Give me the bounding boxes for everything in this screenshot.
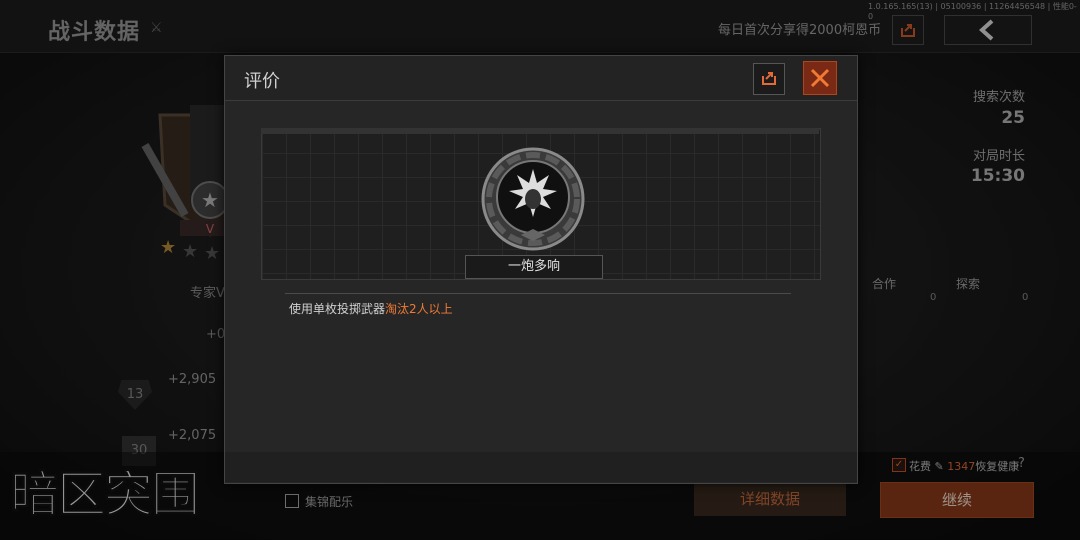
dialog-footer: [225, 452, 857, 482]
dialog-share-button[interactable]: [753, 63, 785, 95]
medal-name: 一炮多响: [465, 255, 603, 279]
dialog-close-button[interactable]: [803, 61, 837, 95]
panel-strip: [261, 128, 819, 134]
share-icon: [762, 72, 776, 85]
evaluation-dialog: 评价 一炮多响 使用单枚投掷武器淘汰2人以上: [224, 55, 858, 484]
desc-highlight: 淘汰2人以上: [385, 302, 453, 316]
grenade-medal-icon: [481, 147, 585, 251]
medal-description: 使用单枚投掷武器淘汰2人以上: [289, 300, 453, 317]
dialog-title: 评价: [244, 71, 280, 92]
desc-prefix: 使用单枚投掷武器: [289, 302, 386, 316]
close-icon: [810, 68, 830, 88]
divider: [285, 293, 791, 294]
